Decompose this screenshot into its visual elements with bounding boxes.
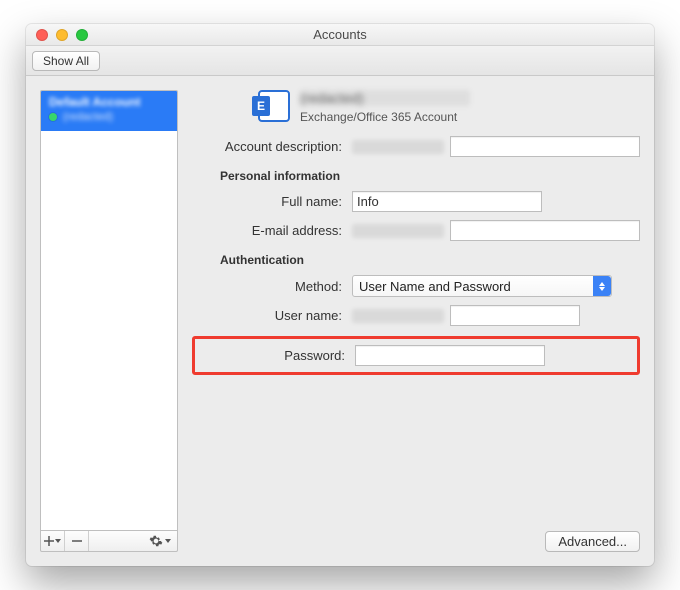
account-list-item[interactable]: Default Account (redacted) (41, 91, 177, 131)
chevron-down-icon (55, 539, 61, 543)
minimize-window-button[interactable] (56, 29, 68, 41)
account-detail-panel: E (redacted) Exchange/Office 365 Account… (192, 90, 640, 552)
full-name-input[interactable] (352, 191, 542, 212)
add-account-button[interactable] (41, 531, 65, 551)
redacted-text (352, 309, 444, 323)
auth-method-value: User Name and Password (359, 279, 511, 294)
close-window-button[interactable] (36, 29, 48, 41)
toolbar: Show All (26, 46, 654, 76)
window-title: Accounts (26, 27, 654, 42)
gear-icon (149, 534, 163, 548)
accounts-sidebar: Default Account (redacted) (40, 90, 178, 530)
personal-information-section: Personal information (192, 169, 640, 183)
username-label: User name: (192, 308, 342, 323)
zoom-window-button[interactable] (76, 29, 88, 41)
password-label: Password: (195, 348, 345, 363)
advanced-button[interactable]: Advanced... (545, 531, 640, 552)
sidebar-options-button[interactable] (143, 531, 177, 551)
traffic-lights (26, 29, 88, 41)
account-item-title: Default Account (49, 95, 169, 109)
authentication-section: Authentication (192, 253, 640, 267)
password-input[interactable] (355, 345, 545, 366)
accounts-window: Accounts Show All Default Account (redac… (26, 24, 654, 566)
minus-icon (72, 536, 82, 546)
sidebar-footer (40, 530, 178, 552)
titlebar: Accounts (26, 24, 654, 46)
exchange-icon: E (258, 90, 290, 122)
plus-icon (44, 536, 54, 546)
method-label: Method: (192, 279, 342, 294)
redacted-text (352, 224, 444, 238)
show-all-button[interactable]: Show All (32, 51, 100, 71)
password-row-highlight: Password: (192, 336, 640, 375)
select-arrows-icon (593, 276, 611, 296)
account-name: (redacted) (300, 90, 470, 106)
email-label: E-mail address: (192, 223, 342, 238)
account-item-subtitle: (redacted) (63, 111, 113, 123)
full-name-label: Full name: (192, 194, 342, 209)
email-input[interactable] (450, 220, 640, 241)
auth-method-select[interactable]: User Name and Password (352, 275, 612, 297)
status-indicator-icon (49, 113, 57, 121)
username-input[interactable] (450, 305, 580, 326)
account-type-label: Exchange/Office 365 Account (300, 110, 470, 124)
account-description-label: Account description: (192, 139, 342, 154)
redacted-text (352, 140, 444, 154)
account-description-input[interactable] (450, 136, 640, 157)
remove-account-button[interactable] (65, 531, 89, 551)
chevron-down-icon (165, 539, 171, 543)
